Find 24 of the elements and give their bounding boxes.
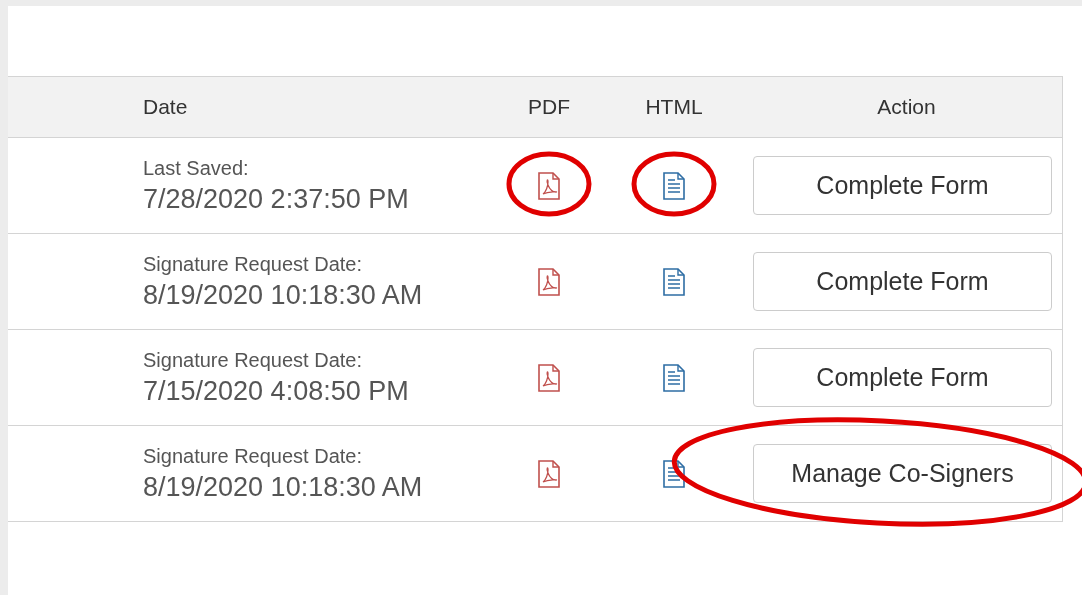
pdf-icon[interactable] — [537, 171, 561, 200]
date-label: Signature Request Date: — [143, 444, 364, 468]
action-button[interactable]: Complete Form — [753, 348, 1052, 407]
action-button[interactable]: Complete Form — [753, 156, 1052, 215]
column-header: PDF — [528, 95, 570, 119]
column-header: HTML — [645, 95, 703, 119]
pdf-icon[interactable] — [537, 267, 561, 296]
date-value: 7/28/2020 2:37:50 PM — [143, 183, 410, 215]
pdf-icon[interactable] — [537, 363, 561, 392]
date-label: Last Saved: — [143, 156, 250, 180]
date-value: 8/19/2020 10:18:30 AM — [143, 471, 424, 503]
document-icon[interactable] — [662, 459, 686, 488]
document-icon[interactable] — [662, 267, 686, 296]
pdf-icon[interactable] — [537, 459, 561, 488]
document-icon[interactable] — [662, 363, 686, 392]
date-label: Signature Request Date: — [143, 252, 364, 276]
column-header: Date — [142, 95, 188, 119]
date-label: Signature Request Date: — [143, 348, 364, 372]
action-button[interactable]: Manage Co-Signers — [753, 444, 1052, 503]
action-button[interactable]: Complete Form — [753, 252, 1052, 311]
column-header: Action — [877, 95, 936, 119]
date-value: 8/19/2020 10:18:30 AM — [143, 279, 424, 311]
date-value: 7/15/2020 4:08:50 PM — [143, 375, 410, 407]
document-icon[interactable] — [662, 171, 686, 200]
